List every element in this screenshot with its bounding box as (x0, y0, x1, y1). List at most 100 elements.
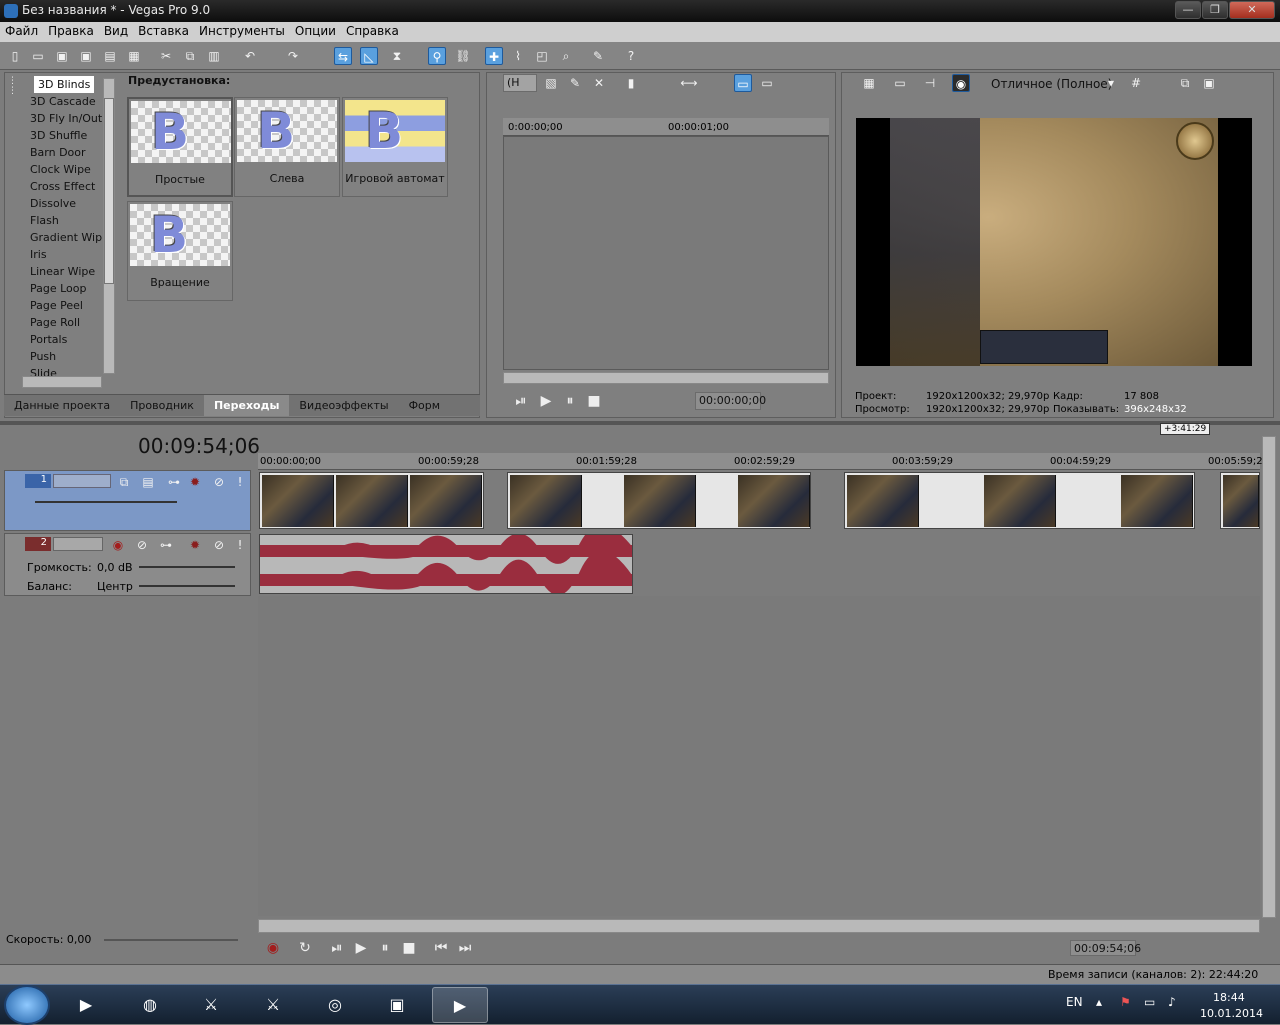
menu-help[interactable]: Справка (341, 22, 404, 40)
menu-insert[interactable]: Вставка (133, 22, 194, 40)
menu-file[interactable]: Файл (0, 22, 43, 40)
clock-date[interactable]: 10.01.2014 (1200, 1007, 1263, 1020)
tab-video-fx[interactable]: Видеоэффекты (289, 395, 398, 416)
open-icon[interactable]: ▭ (29, 47, 47, 65)
clock-time[interactable]: 18:44 (1213, 991, 1245, 1004)
scrollbar-thumb[interactable] (104, 98, 114, 284)
go-to-start-icon[interactable]: ⏮ (432, 940, 450, 956)
track-name-field[interactable] (53, 537, 103, 551)
render-icon[interactable]: ▤ (101, 47, 119, 65)
save-icon[interactable]: ▣ (53, 47, 71, 65)
timeline-vscrollbar[interactable] (1262, 436, 1276, 918)
list-item[interactable]: Barn Door (22, 144, 102, 161)
external-monitor-icon[interactable]: ▭ (891, 74, 909, 92)
splitter[interactable] (0, 421, 1280, 425)
tab-media-generators[interactable]: Форм (399, 395, 450, 416)
stop-icon[interactable]: ■ (585, 393, 603, 409)
undo-icon[interactable]: ↶ (241, 47, 259, 65)
list-item[interactable]: 3D Shuffle (22, 127, 102, 144)
trimmer-canvas[interactable] (503, 136, 829, 370)
preset-thumbnail[interactable]: B Простые (127, 97, 233, 197)
solo-icon[interactable]: ! (231, 473, 249, 491)
preset-thumbnail[interactable]: B Вращение (127, 201, 233, 301)
list-item[interactable]: Dissolve (22, 195, 102, 212)
trimmer-hscrollbar[interactable] (503, 372, 829, 384)
monitor-taskbar-icon[interactable]: ▣ (369, 987, 425, 1023)
properties-icon[interactable]: ▦ (125, 47, 143, 65)
envelope-tool-icon[interactable]: ⌇ (509, 47, 527, 65)
tab-project-media[interactable]: Данные проекта (4, 395, 120, 416)
list-item[interactable]: Flash (22, 212, 102, 229)
preset-thumbnail[interactable]: B Игровой автомат (342, 97, 448, 197)
audio-clip[interactable] (259, 534, 633, 594)
tab-explorer[interactable]: Проводник (120, 395, 204, 416)
timeline-ruler[interactable]: 00:00:00;00 00:00:59;28 00:01:59;28 00:0… (258, 453, 1269, 470)
network-icon[interactable]: ▭ (1144, 995, 1155, 1009)
list-item[interactable]: Linear Wipe (22, 263, 102, 280)
arm-record-icon[interactable]: ◉ (109, 536, 127, 554)
play-from-start-icon[interactable]: ⏯ (328, 940, 346, 956)
split-screen-icon[interactable]: ◉ (952, 74, 970, 92)
maximize-button[interactable]: ❐ (1202, 1, 1228, 19)
tab-transitions[interactable]: Переходы (203, 395, 290, 416)
list-item[interactable]: Portals (22, 331, 102, 348)
pause-icon[interactable]: ⏸ (376, 940, 394, 956)
list-item[interactable]: 3D Blinds (22, 76, 102, 93)
video-track-header[interactable]: 1 ⧉ ▤ ⊶ ✹ ⊘ ! (4, 470, 251, 531)
volume-slider[interactable] (139, 566, 235, 568)
redo-icon[interactable]: ↷ (284, 47, 302, 65)
lineage-taskbar-icon[interactable]: ⚔ (245, 987, 301, 1023)
video-clip[interactable] (259, 472, 484, 529)
minimize-button[interactable]: — (1175, 1, 1201, 19)
start-button[interactable] (4, 985, 50, 1025)
paste-icon[interactable]: ▥ (205, 47, 223, 65)
save-snapshot-icon[interactable]: ▣ (1200, 74, 1218, 92)
monitor-icon[interactable]: ▭ (758, 74, 776, 92)
stop-icon[interactable]: ■ (400, 940, 418, 956)
lock-envelopes-icon[interactable]: ⚲ (428, 47, 446, 65)
pencil-icon[interactable]: ✎ (566, 74, 584, 92)
trimmer-view-icon[interactable]: ▭ (734, 74, 752, 92)
new-icon[interactable]: ▯ (6, 47, 24, 65)
trim-icon[interactable]: ▮ (622, 74, 640, 92)
play-icon[interactable]: ▶ (537, 393, 555, 409)
chevron-down-icon[interactable]: ▾ (1102, 74, 1120, 92)
track-motion-icon[interactable]: ⊶ (165, 473, 183, 491)
list-item[interactable]: Iris (22, 246, 102, 263)
loop-icon[interactable]: ↻ (296, 940, 314, 956)
video-clip[interactable] (507, 472, 811, 529)
go-to-end-icon[interactable]: ⏭ (456, 940, 474, 956)
menu-edit[interactable]: Правка (43, 22, 99, 40)
app-taskbar-icon[interactable]: ◎ (307, 987, 363, 1023)
media-player-taskbar-icon[interactable]: ▶ (58, 987, 114, 1023)
playback-rate-slider[interactable] (104, 939, 238, 941)
cut-icon[interactable]: ✂ (157, 47, 175, 65)
copy-icon[interactable]: ⧉ (181, 47, 199, 65)
transitions-list-hscrollbar[interactable] (22, 376, 102, 388)
audio-track-header[interactable]: 2 ◉ ⊘ ⊶ ✹ ⊘ ! Громкость: 0,0 dB Баланс: … (4, 533, 251, 596)
list-item[interactable]: Gradient Wipe (22, 229, 102, 246)
video-clip[interactable] (844, 472, 1195, 529)
list-item[interactable]: Page Roll (22, 314, 102, 331)
solo-icon[interactable]: ! (231, 536, 249, 554)
delete-icon[interactable]: ✕ (590, 74, 608, 92)
overlays-icon[interactable]: # (1127, 74, 1145, 92)
play-from-start-icon[interactable]: ⏯ (512, 393, 530, 409)
list-item[interactable]: Cross Effect (22, 178, 102, 195)
show-hidden-icons-icon[interactable]: ▴ (1096, 995, 1102, 1009)
snapping-icon[interactable]: ◺ (360, 47, 378, 65)
menu-options[interactable]: Опции (290, 22, 341, 40)
preview-quality[interactable]: Отличное (Полное) (991, 77, 1112, 91)
composite-level-slider[interactable] (35, 501, 177, 503)
track-fx-icon[interactable]: ✹ (186, 536, 204, 554)
action-center-icon[interactable]: ⚑ (1120, 995, 1131, 1009)
project-properties-icon[interactable]: ▦ (860, 74, 878, 92)
list-item[interactable]: Clock Wipe (22, 161, 102, 178)
menu-view[interactable]: Вид (99, 22, 133, 40)
parent-icon[interactable]: ▤ (139, 473, 157, 491)
auto-ripple-icon[interactable]: ⇆ (334, 47, 352, 65)
balance-slider[interactable] (139, 585, 235, 587)
list-item[interactable]: Page Loop (22, 280, 102, 297)
crossfade-icon[interactable]: ⧗ (388, 47, 406, 65)
selection-tool-icon[interactable]: ◰ (533, 47, 551, 65)
